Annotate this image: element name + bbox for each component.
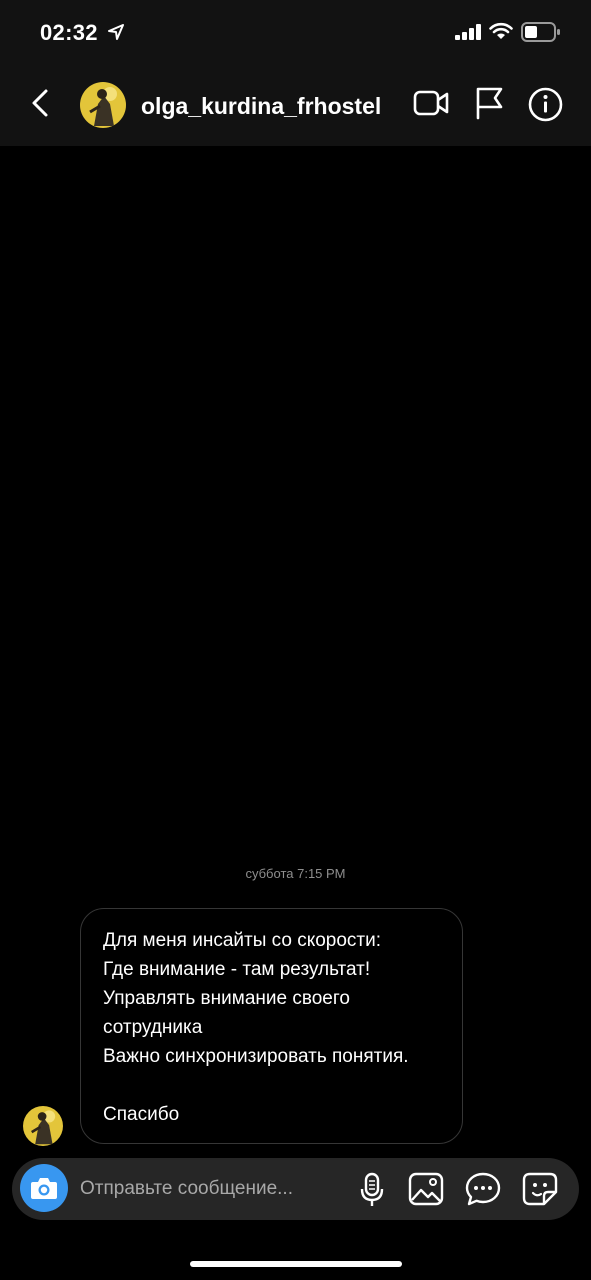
camera-button[interactable] bbox=[20, 1164, 68, 1212]
flag-icon[interactable] bbox=[474, 86, 504, 120]
message-line: Управлять внимание своего bbox=[103, 988, 350, 1009]
location-arrow-icon bbox=[108, 24, 124, 40]
message-line: сотрудника bbox=[103, 1017, 203, 1038]
info-icon[interactable] bbox=[528, 87, 563, 122]
message-line: Важно синхронизировать понятия. bbox=[103, 1046, 409, 1067]
status-bar: 02:32 bbox=[0, 0, 591, 62]
chat-bubble-icon[interactable] bbox=[465, 1172, 501, 1206]
message-line bbox=[103, 1071, 440, 1100]
chat-header: olga_kurdina_frhostel bbox=[0, 62, 591, 146]
camera-icon bbox=[31, 1178, 57, 1199]
chat-username[interactable]: olga_kurdina_frhostel bbox=[141, 93, 381, 120]
avatar[interactable] bbox=[80, 82, 126, 128]
gallery-icon[interactable] bbox=[408, 1172, 444, 1206]
sender-avatar[interactable] bbox=[23, 1106, 63, 1146]
home-indicator[interactable] bbox=[190, 1261, 402, 1267]
video-camera-icon[interactable] bbox=[413, 88, 449, 118]
cellular-signal-icon bbox=[455, 24, 481, 40]
status-time: 02:32 bbox=[40, 20, 98, 45]
message-bubble[interactable]: Для меня инсайты со скорости: Где вниман… bbox=[80, 908, 463, 1144]
message-line: Для меня инсайты со скорости: bbox=[103, 930, 382, 951]
message-line: Спасибо bbox=[103, 1104, 180, 1125]
microphone-icon[interactable] bbox=[358, 1172, 386, 1208]
sticker-icon[interactable] bbox=[522, 1172, 558, 1206]
message-input[interactable] bbox=[80, 1172, 340, 1206]
message-line: Где внимание - там результат! bbox=[103, 959, 371, 980]
message-timestamp: суббота 7:15 PM bbox=[245, 866, 346, 881]
message-composer bbox=[12, 1158, 579, 1220]
back-arrow-icon[interactable] bbox=[24, 86, 58, 120]
wifi-icon bbox=[489, 22, 513, 39]
battery-icon bbox=[521, 22, 560, 42]
